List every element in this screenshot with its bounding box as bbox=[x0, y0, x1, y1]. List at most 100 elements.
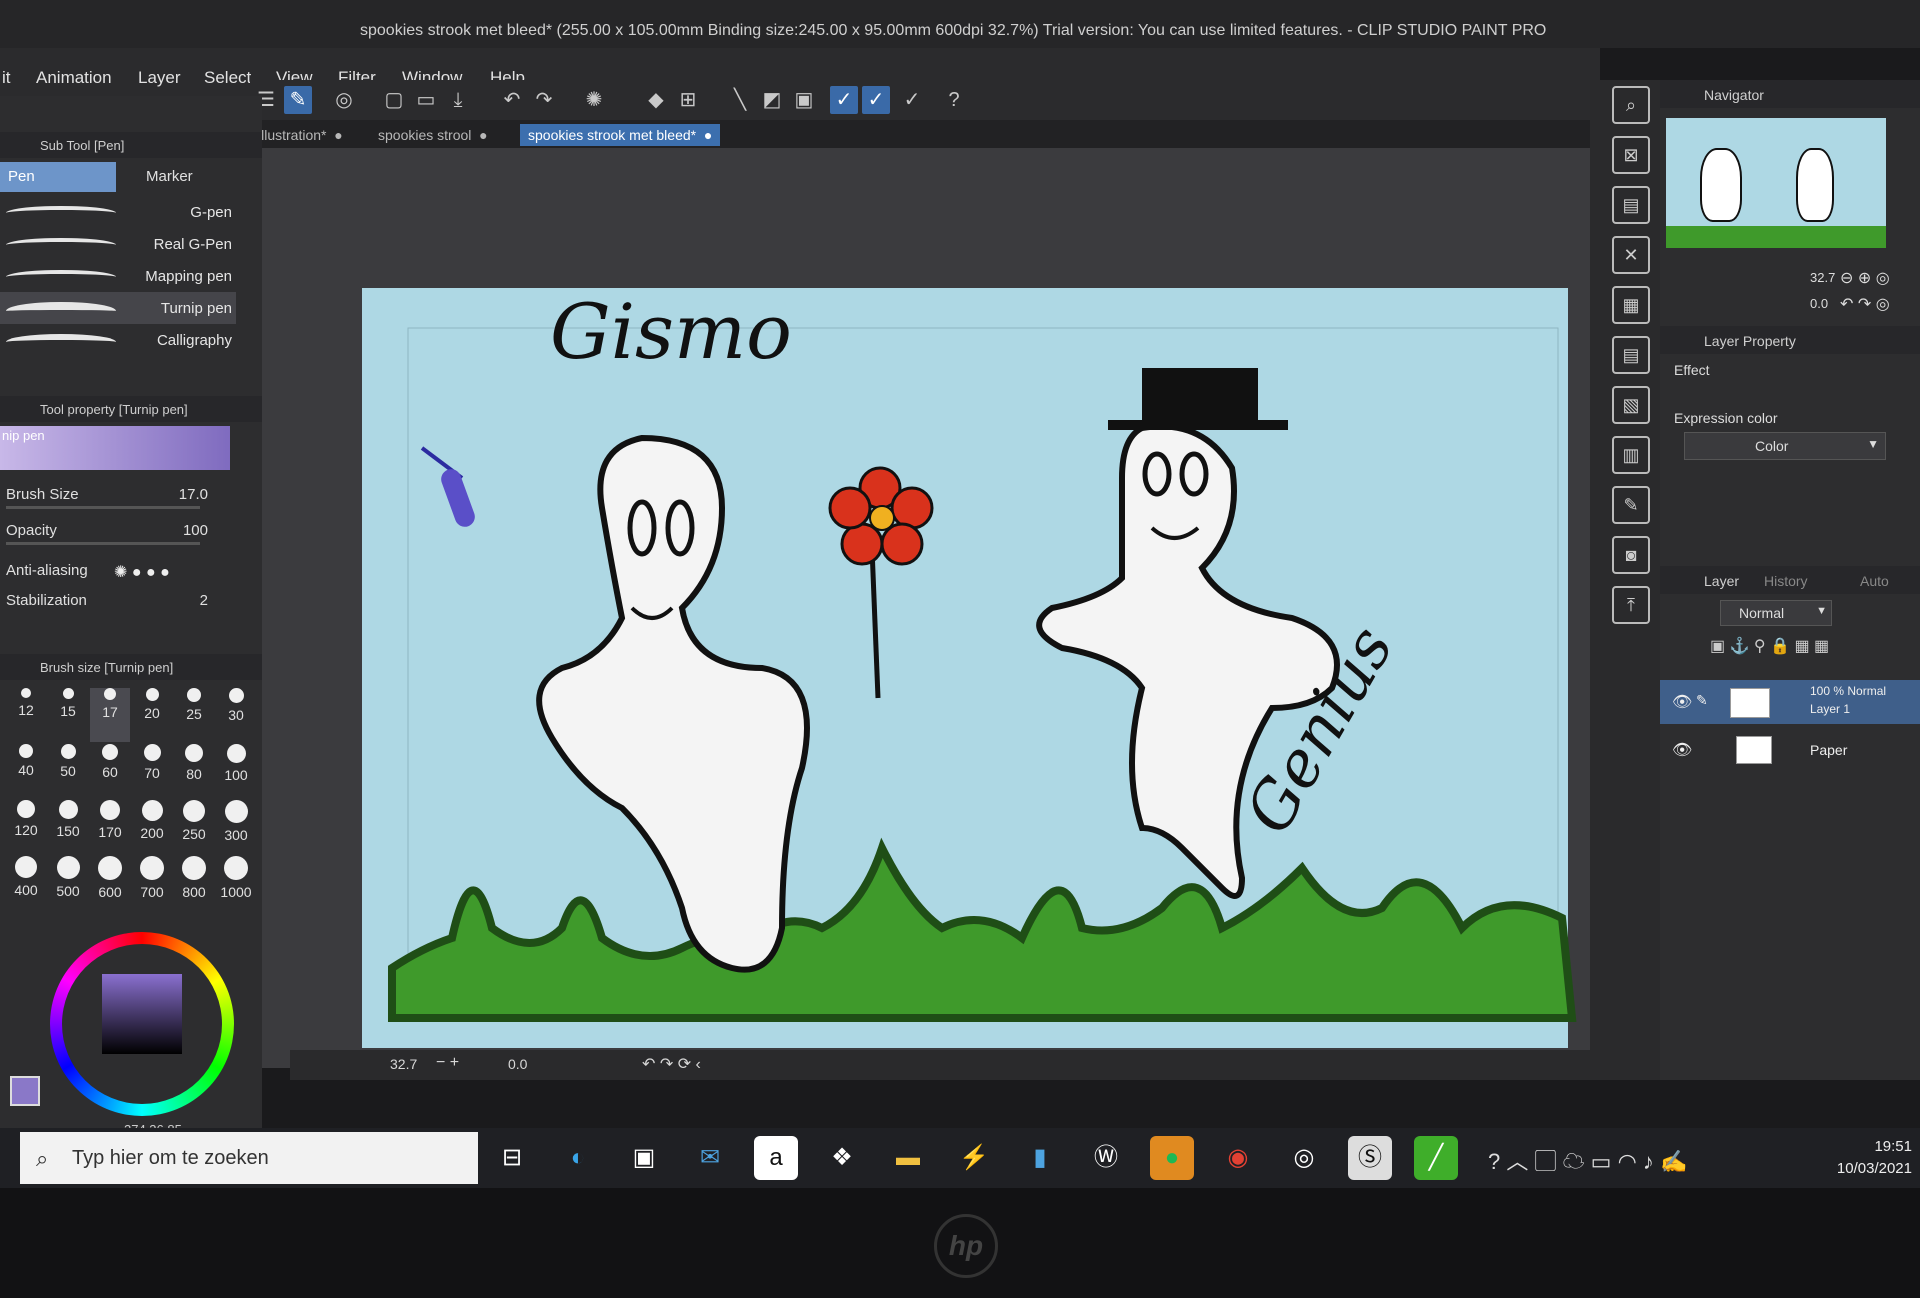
menu-item-edit[interactable]: it bbox=[2, 68, 11, 88]
history-tab[interactable]: History bbox=[1764, 573, 1808, 589]
chrome-icon[interactable]: ◉ bbox=[1216, 1136, 1260, 1180]
pen-lock-icon[interactable]: ✎ bbox=[1696, 692, 1708, 709]
brush-size-option[interactable]: 80 bbox=[174, 744, 214, 798]
brush-size-option[interactable]: 12 bbox=[6, 688, 46, 742]
brush-mapping-pen[interactable]: Mapping pen bbox=[0, 260, 236, 292]
new-file-icon[interactable]: ▢ bbox=[380, 86, 408, 114]
camera-icon[interactable]: ◙ bbox=[1612, 536, 1650, 574]
navigator-angle-value[interactable]: 0.0 bbox=[1810, 296, 1828, 311]
clear-icon[interactable]: ◩ bbox=[758, 86, 786, 114]
film-icon[interactable]: ▥ bbox=[1612, 436, 1650, 474]
library-icon[interactable]: ▤ bbox=[1612, 336, 1650, 374]
task-view-icon[interactable]: ⊟ bbox=[490, 1136, 534, 1180]
tab-marker[interactable]: Marker bbox=[118, 162, 266, 192]
redo-icon[interactable]: ↷ bbox=[530, 86, 558, 114]
brush-size-value[interactable]: 17.0 bbox=[179, 486, 208, 503]
undo-icon[interactable]: ↶ bbox=[498, 86, 526, 114]
green-app-icon[interactable]: ╱ bbox=[1414, 1136, 1458, 1180]
panel-toggle-icon[interactable]: ⊠ bbox=[1612, 136, 1650, 174]
antialias-options-icon[interactable]: ✺ ● ● ● bbox=[114, 562, 170, 582]
tray-icons[interactable]: ? ︿ ▢ ☁ ▭ ◠ ♪ ✍ bbox=[1488, 1144, 1687, 1176]
menu-item-layer[interactable]: Layer bbox=[138, 68, 181, 88]
fill-icon[interactable]: ◆ bbox=[642, 86, 670, 114]
canvas-svg[interactable]: Gismo Genius bbox=[262, 148, 1590, 1068]
store-icon[interactable]: ▣ bbox=[622, 1136, 666, 1180]
zoom-out-icon[interactable]: − + bbox=[436, 1054, 459, 1072]
rotation-value[interactable]: 0.0 bbox=[508, 1056, 527, 1072]
reference-icon[interactable]: ▧ bbox=[1612, 386, 1650, 424]
brush-size-option[interactable]: 60 bbox=[90, 744, 130, 798]
brush-size-option[interactable]: 1000 bbox=[216, 856, 256, 910]
folder-icon[interactable]: ▬ bbox=[886, 1136, 930, 1180]
phone-icon[interactable]: ▮ bbox=[1018, 1136, 1062, 1180]
canvas-area[interactable]: Gismo Genius bbox=[262, 148, 1590, 1068]
wacom-icon[interactable]: Ⓦ bbox=[1084, 1136, 1128, 1180]
brush-size-option[interactable]: 30 bbox=[216, 688, 256, 742]
color-wheel[interactable] bbox=[50, 932, 234, 1116]
tab-spookies-strool[interactable]: spookies strool ● bbox=[370, 124, 496, 146]
amazon-icon[interactable]: a bbox=[754, 1136, 798, 1180]
material-icon[interactable]: ▦ bbox=[1612, 286, 1650, 324]
stabilization-value[interactable]: 2 bbox=[200, 592, 208, 609]
navigator-rotate-buttons-icon[interactable]: ↶ ↷ ◎ bbox=[1840, 294, 1890, 314]
brush-size-option[interactable]: 17 bbox=[90, 688, 130, 742]
opacity-value[interactable]: 100 bbox=[183, 522, 208, 539]
brush-size-option[interactable]: 600 bbox=[90, 856, 130, 910]
rotate-icons[interactable]: ↶ ↷ ⟳ ‹ bbox=[642, 1054, 701, 1074]
spotify-icon[interactable]: ● bbox=[1150, 1136, 1194, 1180]
brush-size-option[interactable]: 400 bbox=[6, 856, 46, 910]
navigator-zoom-buttons-icon[interactable]: ⊖ ⊕ ◎ bbox=[1840, 268, 1890, 288]
brush-size-option[interactable]: 150 bbox=[48, 800, 88, 854]
brush-size-option[interactable]: 100 bbox=[216, 744, 256, 798]
auto-action-tab[interactable]: Auto bbox=[1860, 573, 1889, 589]
export-icon[interactable]: ⤒ bbox=[1612, 586, 1650, 624]
opacity-row[interactable]: Opacity 100 bbox=[0, 516, 250, 546]
clipstudio-icon[interactable]: ◎ bbox=[1282, 1136, 1326, 1180]
layer-tools-icons[interactable]: ▣ ⚓ ⚲ 🔒 ▦ ▦ bbox=[1710, 636, 1829, 656]
navigator-preview[interactable] bbox=[1666, 118, 1886, 248]
snap-ruler-icon[interactable]: ✓ bbox=[862, 86, 890, 114]
brush-size-slider[interactable] bbox=[6, 506, 200, 509]
brush-size-row[interactable]: Brush Size 17.0 bbox=[0, 480, 250, 510]
loading-icon[interactable]: ✺ bbox=[580, 86, 608, 114]
save-icon[interactable]: ⤓ bbox=[444, 86, 472, 114]
tab-illustration[interactable]: illustration* ● bbox=[250, 124, 351, 146]
clip-studio-icon[interactable]: ◎ bbox=[330, 86, 358, 114]
stabilization-row[interactable]: Stabilization 2 bbox=[0, 586, 250, 616]
color-square[interactable] bbox=[102, 974, 182, 1054]
brush-size-option[interactable]: 170 bbox=[90, 800, 130, 854]
dropbox-icon[interactable]: ❖ bbox=[820, 1136, 864, 1180]
brush-size-option[interactable]: 800 bbox=[174, 856, 214, 910]
blend-mode-select[interactable]: Normal ▼ bbox=[1720, 600, 1832, 626]
help-icon[interactable]: ? bbox=[940, 86, 968, 114]
brush-size-option[interactable]: 25 bbox=[174, 688, 214, 742]
zoom-value[interactable]: 32.7 bbox=[390, 1056, 417, 1072]
mail-icon[interactable]: ✉ bbox=[688, 1136, 732, 1180]
brush-g-pen[interactable]: G-pen bbox=[0, 196, 236, 228]
bolt-icon[interactable]: ⚡ bbox=[952, 1136, 996, 1180]
menu-item-select[interactable]: Select bbox=[204, 68, 251, 88]
anti-aliasing-row[interactable]: Anti-aliasing ✺ ● ● ● bbox=[0, 556, 250, 586]
brush-calligraphy[interactable]: Calligraphy bbox=[0, 324, 236, 356]
brush-size-option[interactable]: 50 bbox=[48, 744, 88, 798]
close-panel-icon[interactable]: ✕ bbox=[1612, 236, 1650, 274]
pen-tool-icon[interactable]: ✎ bbox=[284, 86, 312, 114]
brush-size-option[interactable]: 15 bbox=[48, 688, 88, 742]
edge-icon[interactable]: ◐ bbox=[556, 1136, 600, 1180]
brush-size-option[interactable]: 500 bbox=[48, 856, 88, 910]
brush-size-option[interactable]: 120 bbox=[6, 800, 46, 854]
panel-icon[interactable]: ▤ bbox=[1612, 186, 1650, 224]
open-folder-icon[interactable]: ▭ bbox=[412, 86, 440, 114]
brush-size-option[interactable]: 250 bbox=[174, 800, 214, 854]
brush-size-option[interactable]: 200 bbox=[132, 800, 172, 854]
taskbar-search[interactable]: ⌕ Typ hier om te zoeken bbox=[20, 1132, 478, 1184]
tab-spookies-strook-met-bleed[interactable]: spookies strook met bleed* ● bbox=[520, 124, 721, 146]
snap-icon[interactable]: ✓ bbox=[830, 86, 858, 114]
opacity-slider[interactable] bbox=[6, 542, 200, 545]
brush-size-option[interactable]: 300 bbox=[216, 800, 256, 854]
layer-row-paper[interactable]: 👁 Paper bbox=[1660, 728, 1920, 772]
brush-size-option[interactable]: 40 bbox=[6, 744, 46, 798]
main-color-swatch[interactable] bbox=[10, 1076, 40, 1106]
search-icon[interactable]: ⌕ bbox=[1612, 86, 1650, 124]
edit-icon[interactable]: ✎ bbox=[1612, 486, 1650, 524]
